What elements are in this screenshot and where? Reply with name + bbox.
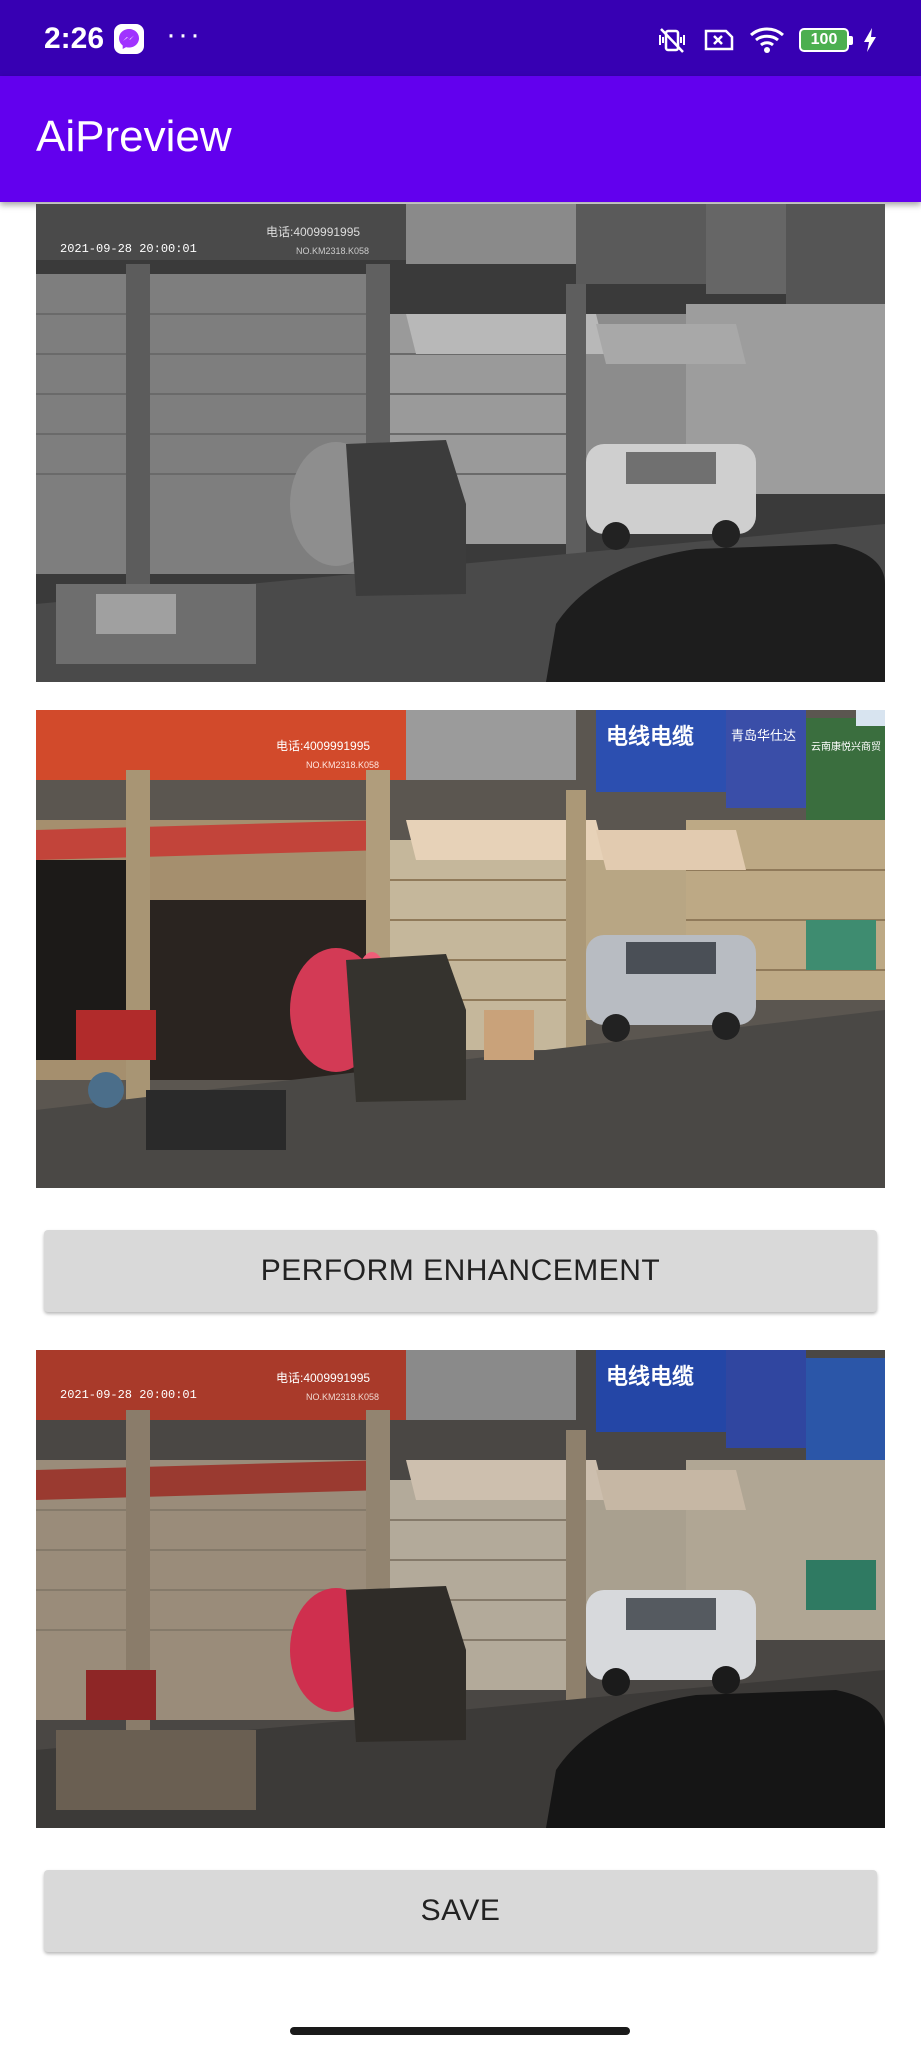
original-image: 2021-09-28 20:00:01 电话:4009991995 NO.KM2… <box>36 204 885 682</box>
perform-enhancement-button[interactable]: PERFORM ENHANCEMENT <box>44 1230 877 1312</box>
sign-code-enhanced: NO.KM2318.K058 <box>306 1392 379 1402</box>
gesture-nav-handle[interactable] <box>290 2027 630 2035</box>
sign-phone-enhanced: 电话:4009991995 <box>276 1371 370 1385</box>
sign-phone-color: 电话:4009991995 <box>276 739 370 753</box>
sign-yunnan: 云南康悦兴商贸 <box>811 740 881 753</box>
sign-cable-enhanced: 电线电缆 <box>606 1364 694 1390</box>
sign-phone: 电话:4009991995 <box>266 225 360 239</box>
app-bar: AiPreview <box>0 76 921 202</box>
sign-code: NO.KM2318.K058 <box>296 246 369 256</box>
sign-code-color: NO.KM2318.K058 <box>306 760 379 770</box>
sim-off-icon <box>704 29 734 51</box>
status-bar: 2:26 ··· 100 <box>0 0 921 76</box>
app-title: AiPreview <box>36 112 232 161</box>
reference-image: 电话:4009991995 NO.KM2318.K058 电线电缆 青岛华仕达 … <box>36 710 885 1188</box>
status-more-icon: ··· <box>166 18 202 51</box>
sign-cable: 电线电缆 <box>606 724 694 750</box>
wifi-icon <box>750 27 784 53</box>
charging-icon <box>864 28 876 52</box>
sign-qingdao: 青岛华仕达 <box>731 728 796 744</box>
enhanced-image: 2021-09-28 20:00:01 电话:4009991995 NO.KM2… <box>36 1350 885 1828</box>
save-button[interactable]: SAVE <box>44 1870 877 1952</box>
vibrate-off-icon <box>659 28 685 53</box>
battery-icon: 100 <box>799 28 853 52</box>
status-time: 2:26 <box>44 22 105 55</box>
messenger-icon <box>114 24 144 54</box>
timestamp-overlay: 2021-09-28 20:00:01 <box>60 242 197 256</box>
timestamp-overlay-enhanced: 2021-09-28 20:00:01 <box>60 1388 197 1402</box>
